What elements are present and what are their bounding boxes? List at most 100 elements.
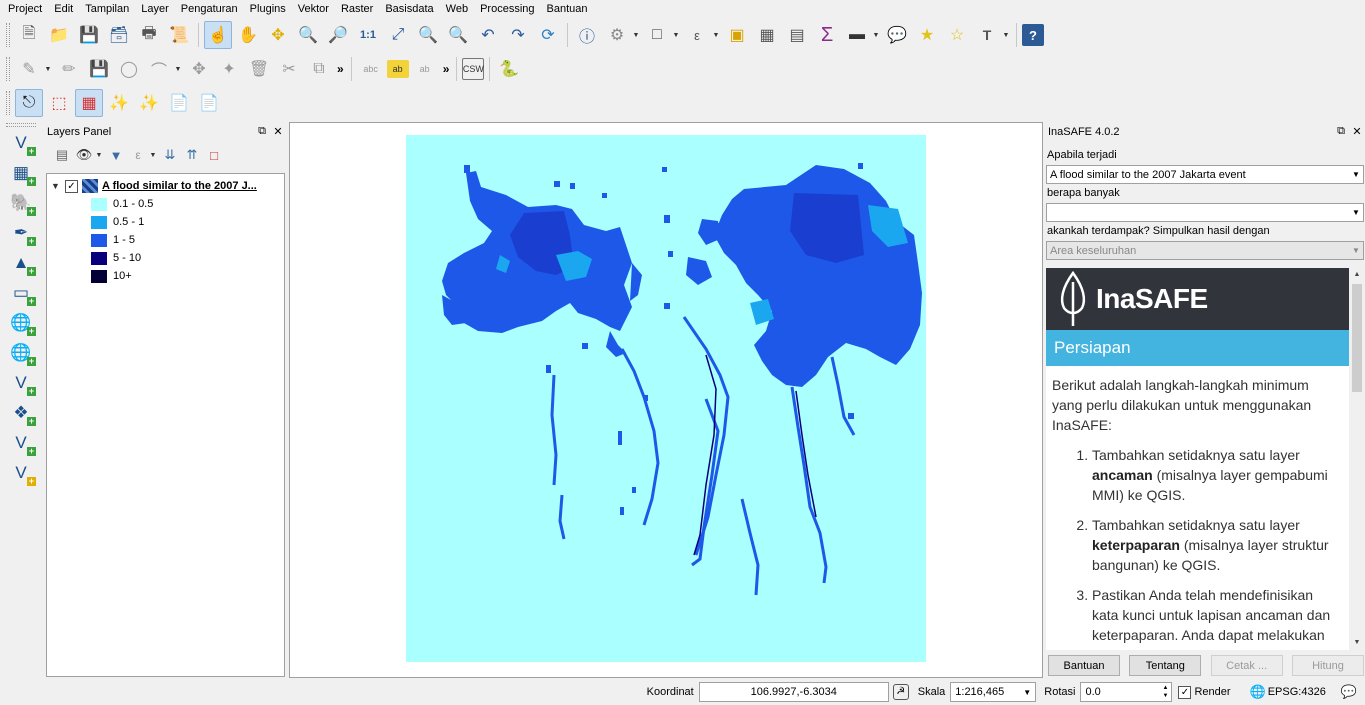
statistics-icon[interactable]: Σ bbox=[813, 21, 841, 49]
close-icon[interactable]: ✕ bbox=[1349, 125, 1365, 138]
layer-visibility-checkbox[interactable]: ✓ bbox=[65, 179, 78, 193]
save-as-icon[interactable]: 🗃 bbox=[105, 21, 133, 49]
zoom-next-icon[interactable]: ↷ bbox=[504, 21, 532, 49]
toolbar-grip[interactable] bbox=[6, 123, 36, 127]
zoom-full-icon[interactable]: ⤢ bbox=[384, 21, 412, 49]
exposure-layer-select[interactable]: ▼ bbox=[1046, 203, 1364, 222]
menu-plugins[interactable]: Plugins bbox=[244, 0, 292, 18]
help-button[interactable]: Bantuan bbox=[1048, 655, 1120, 676]
save-project-icon[interactable]: 💾 bbox=[75, 21, 103, 49]
current-edits-icon[interactable]: ✎ bbox=[15, 55, 43, 83]
zoom-native-icon[interactable]: 1:1 bbox=[354, 21, 382, 49]
chevron-down-icon[interactable]: ▼ bbox=[95, 152, 103, 159]
menu-vector[interactable]: Vektor bbox=[292, 0, 335, 18]
add-circular-string-icon[interactable]: ⌒ bbox=[145, 55, 173, 83]
coordinate-field[interactable]: 106.9927,-6.3034 bbox=[698, 682, 889, 702]
menu-edit[interactable]: Edit bbox=[48, 0, 79, 18]
inasafe-help-view[interactable]: InaSAFE Persiapan Berikut adalah langkah… bbox=[1046, 268, 1349, 650]
float-panel-icon[interactable]: ⧉ bbox=[1333, 125, 1349, 138]
field-calculator-icon[interactable]: ▤ bbox=[783, 21, 811, 49]
actions-icon[interactable]: ⚙ bbox=[603, 21, 631, 49]
scrollbar-thumb[interactable] bbox=[1352, 284, 1362, 392]
filter-expression-icon[interactable]: ε bbox=[127, 144, 149, 166]
zoom-to-selection-icon[interactable]: 🔍 bbox=[414, 21, 442, 49]
toggle-editing-icon[interactable]: ✏ bbox=[55, 55, 83, 83]
layer-name[interactable]: A flood similar to the 2007 J... bbox=[102, 180, 274, 192]
run-button[interactable]: Hitung bbox=[1291, 655, 1364, 676]
cut-features-icon[interactable]: ✂ bbox=[275, 55, 303, 83]
move-feature-icon[interactable]: ✥ bbox=[185, 55, 213, 83]
scale-select[interactable]: 1:216,465 ▼ bbox=[950, 682, 1037, 702]
add-spatialite-layer-icon[interactable]: ✒ + bbox=[6, 219, 36, 247]
zoom-to-layer-icon[interactable]: 🔍 bbox=[444, 21, 472, 49]
hazard-layer-select[interactable]: A flood similar to the 2007 Jakarta even… bbox=[1046, 165, 1364, 184]
chevron-down-icon[interactable]: ▼ bbox=[712, 32, 720, 39]
float-panel-icon[interactable]: ⧉ bbox=[254, 125, 270, 138]
menu-project[interactable]: Project bbox=[2, 0, 48, 18]
osm-downloader-icon[interactable]: 📄 bbox=[195, 89, 223, 117]
toolbar-grip[interactable] bbox=[6, 91, 10, 115]
zoom-in-icon[interactable]: 🔍 bbox=[294, 21, 322, 49]
add-oracle-layer-icon[interactable]: ▭ + bbox=[6, 279, 36, 307]
toolbar-grip[interactable] bbox=[6, 23, 10, 47]
chevron-down-icon[interactable]: ▼ bbox=[44, 66, 52, 73]
analysis-extent-icon[interactable]: ▦ bbox=[75, 89, 103, 117]
aggregation-layer-select[interactable]: Area keseluruhan ▼ bbox=[1046, 241, 1364, 260]
menu-settings[interactable]: Pengaturan bbox=[175, 0, 244, 18]
identify-icon[interactable]: ⓘ bbox=[573, 21, 601, 49]
measure-icon[interactable]: ▬ bbox=[843, 21, 871, 49]
pan-to-selection-icon[interactable]: ✥ bbox=[264, 21, 292, 49]
keywords-wizard-icon[interactable]: ✨ bbox=[105, 89, 133, 117]
menu-help[interactable]: Bantuan bbox=[541, 0, 594, 18]
select-icon[interactable]: □ bbox=[643, 21, 671, 49]
menu-web[interactable]: Web bbox=[440, 0, 474, 18]
manage-visibility-icon[interactable]: 👁 bbox=[73, 144, 95, 166]
add-delimited-text-layer-icon[interactable]: ❖ + bbox=[6, 399, 36, 427]
touch-zoom-icon[interactable]: ☝ bbox=[204, 21, 232, 49]
map-tips-icon[interactable]: 💬 bbox=[883, 21, 911, 49]
chevron-down-icon[interactable]: ▼ bbox=[51, 181, 65, 191]
add-mssql-layer-icon[interactable]: ▲ + bbox=[6, 249, 36, 277]
chevron-down-icon[interactable]: ▼ bbox=[632, 32, 640, 39]
print-composer-icon[interactable]: 🖶 bbox=[135, 21, 163, 49]
pin-labels-icon[interactable]: ab bbox=[411, 55, 439, 83]
deselect-icon[interactable]: ▣ bbox=[723, 21, 751, 49]
add-virtual-layer-icon[interactable]: V + bbox=[6, 429, 36, 457]
menu-layer[interactable]: Layer bbox=[135, 0, 175, 18]
chevron-down-icon[interactable]: ▼ bbox=[872, 32, 880, 39]
spinbox-arrows-icon[interactable]: ▲ ▼ bbox=[1159, 684, 1171, 700]
chevron-down-icon[interactable]: ▼ bbox=[1002, 32, 1010, 39]
toolbar-grip[interactable] bbox=[6, 57, 10, 81]
python-console-icon[interactable]: 🐍 bbox=[495, 55, 523, 83]
collapse-all-icon[interactable]: ⇈ bbox=[181, 144, 203, 166]
show-bookmarks-icon[interactable]: ☆ bbox=[943, 21, 971, 49]
rotation-spinbox[interactable]: 0.0 ▲ ▼ bbox=[1080, 682, 1173, 702]
save-edits-icon[interactable]: 💾 bbox=[85, 55, 113, 83]
chevron-down-icon[interactable]: ▼ bbox=[174, 66, 182, 73]
filter-legend-icon[interactable]: ▼ bbox=[105, 144, 127, 166]
metasearch-icon[interactable]: CSW bbox=[462, 58, 485, 80]
open-layer-styling-icon[interactable]: ▤ bbox=[51, 144, 73, 166]
crs-label[interactable]: EPSG:4326 bbox=[1268, 686, 1326, 698]
print-button[interactable]: Cetak ... bbox=[1210, 655, 1283, 676]
composer-manager-icon[interactable]: 📜 bbox=[165, 21, 193, 49]
add-postgis-layer-icon[interactable]: 🐘 + bbox=[6, 189, 36, 217]
about-button[interactable]: Tentang bbox=[1129, 655, 1202, 676]
scroll-up-icon[interactable]: ▲ bbox=[1350, 268, 1364, 282]
map-canvas[interactable] bbox=[289, 122, 1043, 678]
remove-layer-icon[interactable]: □ bbox=[203, 144, 225, 166]
chevron-down-icon[interactable]: ▼ bbox=[672, 32, 680, 39]
new-project-icon[interactable]: 🗎 bbox=[15, 21, 43, 49]
message-log-icon[interactable]: 💬 bbox=[1341, 684, 1357, 700]
delete-selected-icon[interactable]: 🗑 bbox=[245, 55, 273, 83]
more-tools-icon[interactable]: » bbox=[443, 62, 450, 76]
crs-globe-icon[interactable]: 🌐 bbox=[1250, 684, 1266, 700]
attribute-table-icon[interactable]: ▦ bbox=[753, 21, 781, 49]
add-wms-layer-icon[interactable]: 🌐 + bbox=[6, 309, 36, 337]
text-annotation-icon[interactable]: T bbox=[973, 21, 1001, 49]
coordinate-toggle-icon[interactable]: ☭ bbox=[892, 684, 909, 700]
chevron-down-icon[interactable]: ▼ bbox=[149, 152, 157, 159]
render-checkbox[interactable]: ✓ bbox=[1178, 685, 1192, 699]
scroll-down-icon[interactable]: ▼ bbox=[1350, 636, 1364, 650]
close-icon[interactable]: ✕ bbox=[270, 125, 286, 138]
